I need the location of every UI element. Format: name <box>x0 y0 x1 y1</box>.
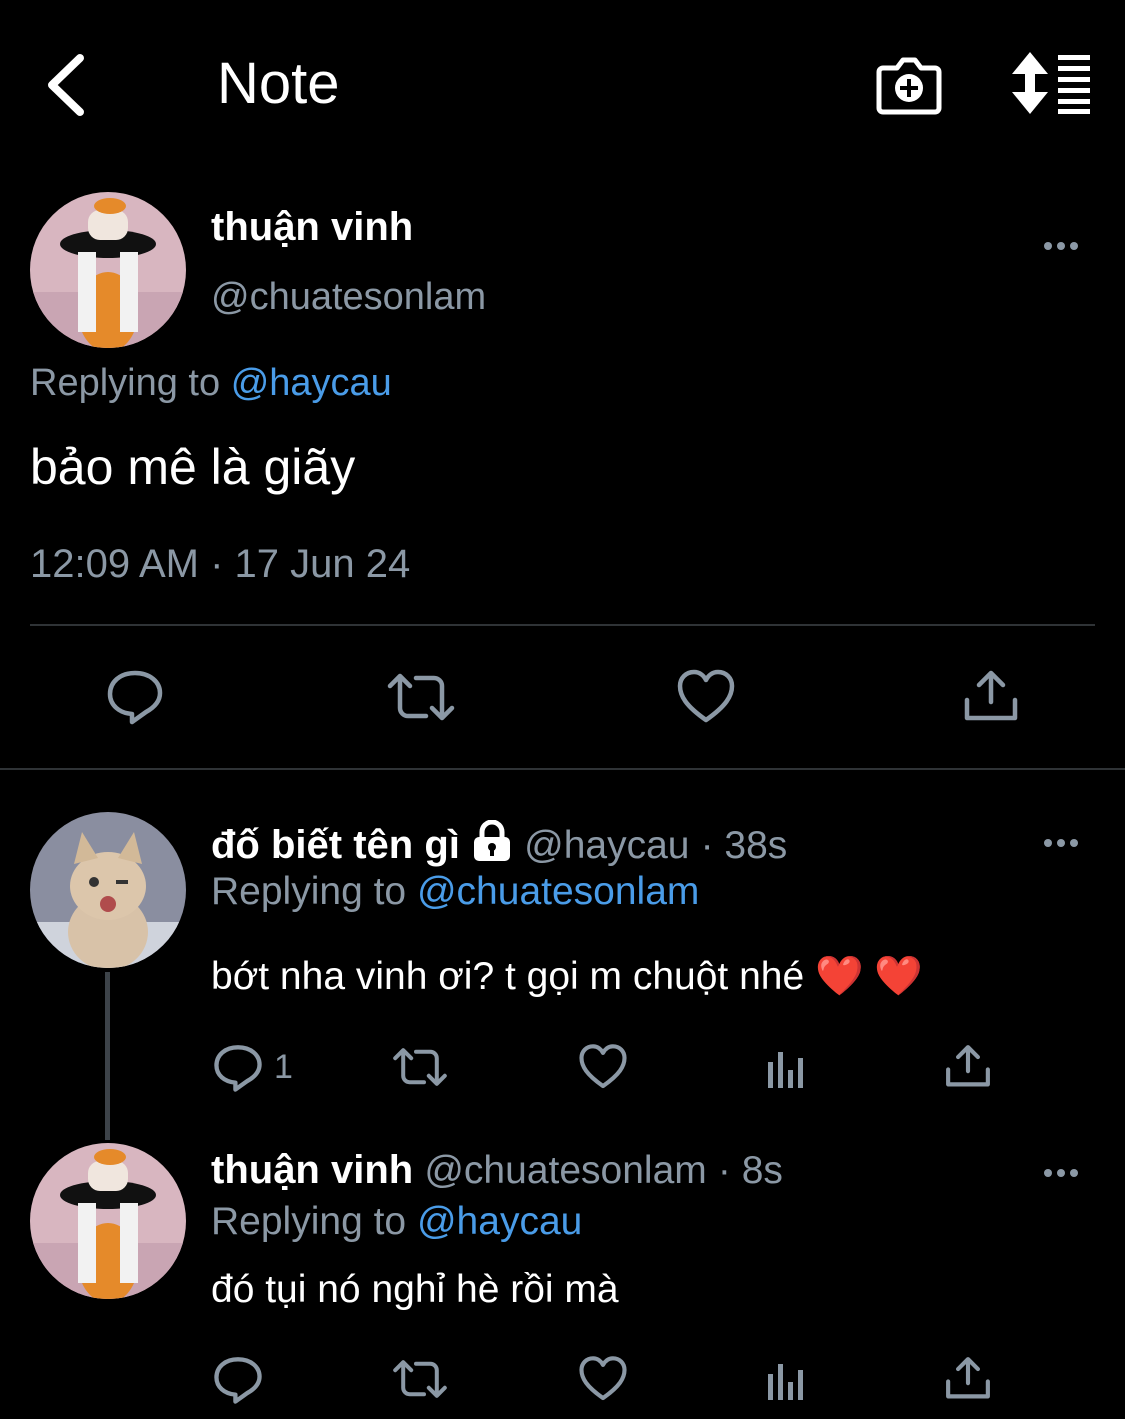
replying-to-link[interactable]: @haycau <box>417 1200 582 1243</box>
reply-icon[interactable] <box>106 668 164 726</box>
replying-to: Replying to @haycau <box>30 362 392 405</box>
thread-connector <box>105 972 110 1140</box>
share-icon[interactable] <box>944 1043 992 1091</box>
like-heart-icon[interactable] <box>578 1043 628 1091</box>
display-name[interactable]: thuận vinh <box>211 1148 413 1192</box>
section-divider <box>0 768 1125 770</box>
reply-time: · 8s <box>717 1149 783 1192</box>
replying-to-link[interactable]: @chuatesonlam <box>417 870 699 913</box>
avatar[interactable] <box>30 192 186 348</box>
top-bar: Note <box>0 0 1125 170</box>
display-name[interactable]: đố biết tên gì <box>211 823 460 867</box>
replying-to-link[interactable]: @haycau <box>231 362 392 404</box>
retweet-icon[interactable] <box>392 1043 448 1091</box>
page-title: Note <box>217 51 340 116</box>
reply-header: thuận vinh @chuatesonlam · 8s <box>211 1148 783 1193</box>
user-handle[interactable]: @haycau <box>524 824 689 867</box>
reply-count: 1 <box>274 1048 293 1086</box>
more-options-icon[interactable] <box>1044 834 1084 847</box>
tweet-text: đó tụi nó nghỉ hè rồi mà <box>211 1268 619 1311</box>
replying-to: Replying to @chuatesonlam <box>211 870 699 914</box>
replying-prefix: Replying to <box>211 1200 407 1243</box>
analytics-icon[interactable] <box>766 1360 806 1402</box>
share-icon[interactable] <box>944 1355 992 1403</box>
share-icon[interactable] <box>962 668 1020 726</box>
user-handle[interactable]: @chuatesonlam <box>211 276 486 319</box>
tweet-text: bảo mê là giãy <box>30 439 356 495</box>
replying-prefix: Replying to <box>211 870 407 913</box>
lock-icon <box>474 819 510 861</box>
reply-header: đố biết tên gì @haycau · 38s <box>211 819 788 868</box>
tweet-thread-page: Note thuận vinh @chuatesonlam Replying t… <box>0 0 1125 1419</box>
sort-thread-icon[interactable] <box>1012 52 1092 114</box>
back-arrow-icon[interactable] <box>40 50 100 120</box>
display-name[interactable]: thuận vinh <box>211 205 413 250</box>
tweet-timestamp: 12:09 AM · 17 Jun 24 <box>30 542 411 586</box>
like-heart-icon[interactable] <box>578 1355 628 1403</box>
avatar[interactable] <box>30 1143 186 1299</box>
avatar[interactable] <box>30 812 186 968</box>
user-handle[interactable]: @chuatesonlam <box>424 1149 706 1192</box>
reply-icon[interactable] <box>213 1355 263 1405</box>
replying-to: Replying to @haycau <box>211 1200 582 1244</box>
like-heart-icon[interactable] <box>676 668 736 726</box>
tweet-text: bớt nha vinh ơi? t gọi m chuột nhé ❤️ ❤️ <box>211 955 923 998</box>
analytics-icon[interactable] <box>766 1048 806 1090</box>
replying-prefix: Replying to <box>30 362 221 404</box>
camera-add-icon[interactable] <box>875 50 943 118</box>
more-options-icon[interactable] <box>1044 1164 1084 1177</box>
more-options-icon[interactable] <box>1044 237 1084 250</box>
retweet-icon[interactable] <box>392 1355 448 1403</box>
reply-time: · 38s <box>700 824 788 867</box>
divider <box>30 624 1095 626</box>
reply-icon[interactable] <box>213 1043 263 1093</box>
retweet-icon[interactable] <box>386 668 456 726</box>
